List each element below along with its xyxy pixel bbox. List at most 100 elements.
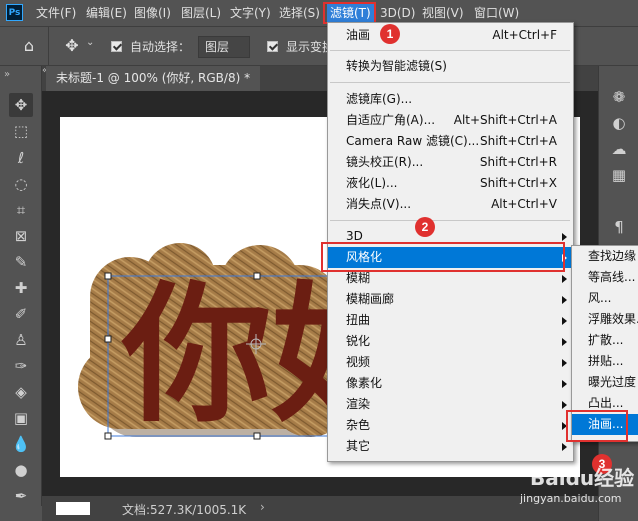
menu-3d[interactable]: 3D(D) bbox=[380, 4, 415, 22]
filter-menu-item-liquify[interactable]: 液化(L)... Shift+Ctrl+X bbox=[328, 173, 573, 194]
tools-panel: » ✥ ⬚ ℓ ◌ ⌗ ⊠ ✎ ✚ ✐ ♙ ✑ ◈ ▣ 💧 ● ✒ bbox=[0, 66, 42, 506]
menu-layer[interactable]: 图层(L) bbox=[181, 4, 221, 22]
chevron-down-icon[interactable]: ⌄ bbox=[86, 37, 94, 48]
menu-item-shortcut: Shift+Ctrl+A bbox=[480, 134, 557, 148]
status-bar: 文档:527.3K/1005.1K › bbox=[42, 496, 602, 521]
adjustments-icon[interactable]: ◐ bbox=[608, 112, 630, 134]
chevron-right-icon[interactable]: › bbox=[260, 500, 265, 514]
menu-view[interactable]: 视图(V) bbox=[422, 4, 464, 22]
history-brush-tool-icon[interactable]: ✑ bbox=[9, 354, 33, 378]
quick-select-tool-icon[interactable]: ◌ bbox=[9, 172, 33, 196]
menu-image[interactable]: 图像(I) bbox=[134, 4, 171, 22]
healing-brush-tool-icon[interactable]: ✚ bbox=[9, 276, 33, 300]
menu-separator bbox=[330, 220, 570, 221]
clone-stamp-tool-icon[interactable]: ♙ bbox=[9, 328, 33, 352]
menu-item-label: 扩散... bbox=[588, 333, 624, 347]
frame-tool-icon[interactable]: ⊠ bbox=[9, 224, 33, 248]
filter-menu-item-pixelate[interactable]: 像素化 bbox=[328, 373, 573, 394]
annotation-box-oil-paint bbox=[566, 410, 628, 442]
menu-separator bbox=[330, 82, 570, 83]
lasso-tool-icon[interactable]: ℓ bbox=[9, 146, 33, 170]
auto-select-target-dropdown[interactable]: 图层 bbox=[198, 36, 250, 58]
filter-menu-item-video[interactable]: 视频 bbox=[328, 352, 573, 373]
menu-item-label: 消失点(V)... bbox=[346, 197, 412, 211]
stylize-item-trace-contour[interactable]: 等高线... bbox=[572, 267, 638, 288]
filter-menu-item-noise[interactable]: 杂色 bbox=[328, 415, 573, 436]
filter-menu-item-camera-raw[interactable]: Camera Raw 滤镜(C)... Shift+Ctrl+A bbox=[328, 131, 573, 152]
blur-tool-icon[interactable]: 💧 bbox=[9, 432, 33, 456]
show-transform-checkbox[interactable] bbox=[267, 41, 278, 52]
menu-window[interactable]: 窗口(W) bbox=[474, 4, 519, 22]
filter-menu-item-oil-paint-last[interactable]: 油画 Alt+Ctrl+F bbox=[328, 25, 573, 46]
submenu-arrow-icon bbox=[562, 317, 567, 325]
eraser-tool-icon[interactable]: ◈ bbox=[9, 380, 33, 404]
stylize-item-find-edges[interactable]: 查找边缘 bbox=[572, 246, 638, 267]
watermark-brand: Baidu经验 bbox=[530, 466, 635, 490]
filter-menu-item-sharpen[interactable]: 锐化 bbox=[328, 331, 573, 352]
menu-item-label: 自适应广角(A)... bbox=[346, 113, 436, 127]
submenu-arrow-icon bbox=[562, 338, 567, 346]
menu-item-label: 拼贴... bbox=[588, 354, 624, 368]
filter-menu-item-vanishing-point[interactable]: 消失点(V)... Alt+Ctrl+V bbox=[328, 194, 573, 215]
swatches-icon[interactable]: ▦ bbox=[608, 164, 630, 186]
auto-select-label: 自动选择： bbox=[130, 40, 191, 54]
brush-tool-icon[interactable]: ✐ bbox=[9, 302, 33, 326]
home-icon[interactable]: ⌂ bbox=[19, 36, 39, 56]
auto-select-checkbox[interactable] bbox=[111, 41, 122, 52]
menu-item-label: 等高线... bbox=[588, 270, 636, 284]
crop-tool-icon[interactable]: ⌗ bbox=[9, 198, 33, 222]
submenu-arrow-icon bbox=[562, 275, 567, 283]
menu-select[interactable]: 选择(S) bbox=[279, 4, 320, 22]
photoshop-logo-icon[interactable]: Ps bbox=[6, 4, 23, 21]
filter-menu-item-adaptive-wide-angle[interactable]: 自适应广角(A)... Alt+Shift+Ctrl+A bbox=[328, 110, 573, 131]
color-swatch bbox=[56, 502, 90, 515]
stylize-item-solarize[interactable]: 曝光过度 bbox=[572, 372, 638, 393]
filter-menu-item-other[interactable]: 其它 bbox=[328, 436, 573, 457]
menu-item-label: 查找边缘 bbox=[588, 249, 637, 263]
collapse-panel-icon[interactable]: » bbox=[4, 69, 10, 80]
move-tool-icon[interactable]: ✥ bbox=[62, 36, 82, 56]
submenu-arrow-icon bbox=[562, 443, 567, 451]
paragraph-icon[interactable]: ¶ bbox=[608, 216, 630, 238]
eyedropper-tool-icon[interactable]: ✎ bbox=[9, 250, 33, 274]
move-tool-icon[interactable]: ✥ bbox=[9, 93, 33, 117]
menu-file[interactable]: 文件(F) bbox=[36, 4, 76, 22]
menu-item-label: 曝光过度 bbox=[588, 375, 637, 389]
menu-item-shortcut: Alt+Shift+Ctrl+A bbox=[453, 113, 557, 127]
document-tab[interactable]: 未标题-1 @ 100% (你好, RGB/8) * bbox=[46, 66, 261, 91]
step-2-badge: 2 bbox=[415, 217, 435, 237]
filter-menu-item-convert-smart[interactable]: 转换为智能滤镜(S) bbox=[328, 56, 573, 77]
filter-menu-item-render[interactable]: 渲染 bbox=[328, 394, 573, 415]
filter-menu-item-distort[interactable]: 扭曲 bbox=[328, 310, 573, 331]
menu-edit[interactable]: 编辑(E) bbox=[86, 4, 127, 22]
document-tab-title: 未标题-1 @ 100% (你好, RGB/8) * bbox=[56, 71, 251, 85]
menu-item-shortcut: Alt+Ctrl+F bbox=[492, 28, 557, 42]
gradient-tool-icon[interactable]: ▣ bbox=[9, 406, 33, 430]
learn-icon[interactable]: ❁ bbox=[608, 86, 630, 108]
menu-item-label: 扭曲 bbox=[346, 313, 371, 327]
document-size-text: 文档:527.3K/1005.1K bbox=[122, 503, 247, 517]
stylize-item-tiles[interactable]: 拼贴... bbox=[572, 351, 638, 372]
annotation-box-stylize bbox=[321, 242, 565, 272]
menu-item-label: 镜头校正(R)... bbox=[346, 155, 424, 169]
submenu-arrow-icon bbox=[562, 296, 567, 304]
menu-item-label: 像素化 bbox=[346, 376, 383, 390]
filter-menu-item-gallery[interactable]: 滤镜库(G)... bbox=[328, 89, 573, 110]
menu-item-shortcut: Shift+Ctrl+X bbox=[480, 176, 557, 190]
menu-item-label: 油画 bbox=[346, 28, 371, 42]
stylize-item-diffuse[interactable]: 扩散... bbox=[572, 330, 638, 351]
dodge-tool-icon[interactable]: ● bbox=[9, 458, 33, 482]
libraries-icon[interactable]: ☁ bbox=[608, 138, 630, 160]
menu-item-label: 其它 bbox=[346, 439, 371, 453]
step-1-badge: 1 bbox=[380, 24, 400, 44]
filter-menu-item-lens-correction[interactable]: 镜头校正(R)... Shift+Ctrl+R bbox=[328, 152, 573, 173]
menu-item-label: 渲染 bbox=[346, 397, 371, 411]
filter-menu-item-blur-gallery[interactable]: 模糊画廊 bbox=[328, 289, 573, 310]
menu-separator bbox=[330, 50, 570, 51]
stylize-item-wind[interactable]: 风... bbox=[572, 288, 638, 309]
menu-type[interactable]: 文字(Y) bbox=[230, 4, 271, 22]
stylize-item-emboss[interactable]: 浮雕效果... bbox=[572, 309, 638, 330]
pen-tool-icon[interactable]: ✒ bbox=[9, 484, 33, 508]
annotation-box-filter-menu bbox=[323, 2, 376, 24]
marquee-tool-icon[interactable]: ⬚ bbox=[9, 119, 33, 143]
